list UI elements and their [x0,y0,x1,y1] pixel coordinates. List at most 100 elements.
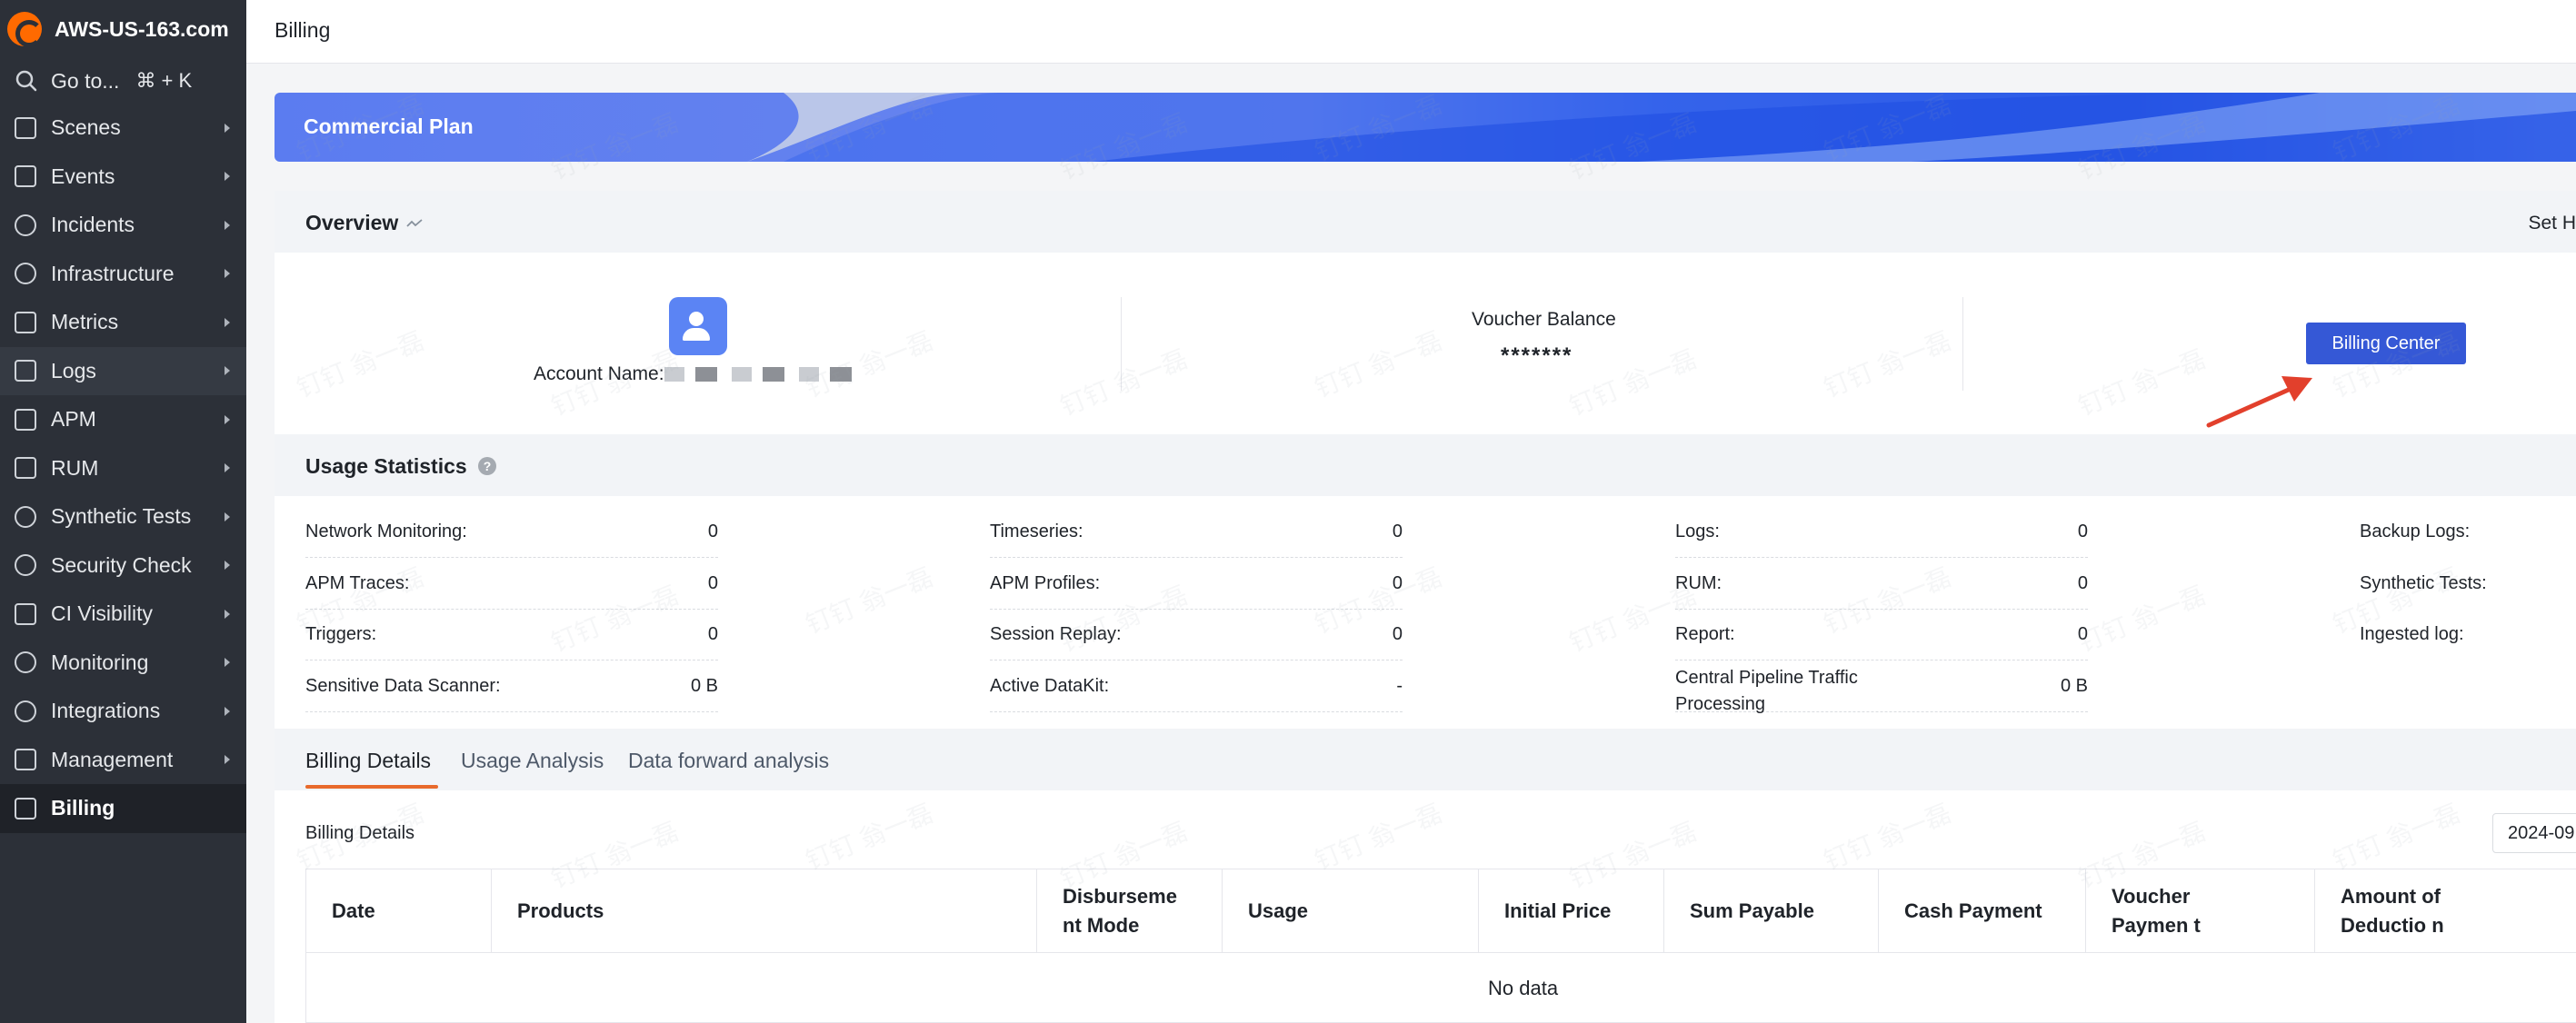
sidebar-item-label: RUM [51,455,99,480]
month-picker[interactable]: 2024-09 [2492,813,2576,853]
usage-stat-value: 0 [707,624,718,644]
sidebar-item-label: Billing [51,796,115,820]
banner-title: Commercial Plan [304,114,474,138]
sidebar-item-management[interactable]: Management [0,736,246,785]
column-header[interactable]: Amount of Deductio n [2315,869,2576,953]
sidebar-item-label: Management [51,747,174,771]
usage-stat: Logs: 0 [1675,507,2088,558]
sidebar-item-rum[interactable]: RUM [0,444,246,493]
synthetic-tests-icon [15,505,36,528]
sidebar-item-scenes[interactable]: Scenes [0,104,246,153]
column-header[interactable]: Products [492,869,1037,953]
usage-stat-label: Logs: [1675,521,1720,541]
column-header[interactable]: Usage [1223,869,1479,953]
usage-stat: Network Monitoring: 0 [305,507,718,558]
column-header[interactable]: Sum Payable [1664,869,1879,953]
watermark: 钉钉 翁一磊 [293,326,428,403]
sidebar-item-synthetic-tests[interactable]: Synthetic Tests [0,492,246,541]
chevron-right-icon [225,366,230,376]
annotation-arrow-icon [2206,376,2312,428]
tab-data-forward-analysis[interactable]: Data forward analysis [628,749,829,773]
chevron-right-icon [225,658,230,668]
usage-stat-value: 0 [2077,624,2088,644]
watermark: 钉钉 翁一磊 [2074,581,2210,658]
infrastructure-icon [15,263,36,285]
sidebar-item-infrastructure[interactable]: Infrastructure [0,250,246,299]
chevron-right-icon [225,512,230,521]
sidebar-item-incidents[interactable]: Incidents [0,201,246,250]
sidebar-item-ci-visibility[interactable]: CI Visibility [0,590,246,639]
monitoring-icon [15,651,36,674]
usage-stat: Sensitive Data Scanner: 0 B [305,661,718,712]
sidebar-item-apm[interactable]: APM [0,395,246,444]
usage-stat-value: 0 [2077,573,2088,593]
sidebar-item-metrics[interactable]: Metrics [0,298,246,347]
sidebar-item-security-check[interactable]: Security Check [0,541,246,591]
usage-stat-value: 0 [1392,573,1403,593]
column-header-label: Products [517,899,604,922]
column-header[interactable]: Disburseme nt Mode [1037,869,1223,953]
watermark: 钉钉 翁一磊 [1311,799,1446,876]
usage-stat: Backup Logs: [2360,507,2576,558]
usage-stat-value: 0 [1392,521,1403,541]
page-title: Billing [275,18,331,42]
column-header[interactable]: Date [306,869,492,953]
chevron-right-icon [225,561,230,571]
integrations-icon [15,700,36,722]
ci-visibility-icon [15,602,36,625]
usage-stat-value: 0 [2077,521,2088,541]
management-icon [15,749,36,771]
usage-stat-value: 0 [707,573,718,593]
brand[interactable]: AWS-US-163.com [0,0,246,58]
billing-center-button[interactable]: Billing Center [2306,323,2466,364]
sidebar-item-billing[interactable]: Billing [0,784,246,833]
banner-decoration [747,93,2576,162]
trend-icon [406,219,423,227]
sidebar-item-label: Integrations [51,699,161,723]
usage-stat-label: Central Pipeline Traffic Processing [1675,668,1858,714]
column-header-label: Amount of Deductio n [2341,884,2444,937]
watermark: 钉钉 翁一磊 [2329,799,2464,876]
watermark: 钉钉 翁一磊 [802,562,937,640]
tabs-bar: Billing Details Usage Analysis Data forw… [275,729,2576,790]
goto-search[interactable]: Go to... ⌘ + K [0,58,246,104]
account-name: Account Name: [534,363,864,385]
chevron-right-icon [225,269,230,279]
watermark: 钉钉 翁一磊 [1056,344,1192,422]
apm-icon [15,408,36,431]
billing-details-label: Billing Details [305,823,415,843]
chevron-right-icon [225,706,230,716]
usage-stat-label: Ingested log: [2360,624,2464,644]
column-header-label: Disburseme nt Mode [1063,884,1177,937]
sidebar-item-logs[interactable]: Logs [0,346,246,395]
usage-stat-label: APM Traces: [305,573,410,593]
column-header[interactable]: Voucher Paymen t [2086,869,2315,953]
watermark: 钉钉 翁一磊 [1565,344,1701,422]
sidebar-item-integrations[interactable]: Integrations [0,687,246,736]
usage-stat-label: Triggers: [305,624,377,644]
usage-stat-label: RUM: [1675,573,1722,593]
usage-stat-label: Session Replay: [990,624,1122,644]
logs-icon [15,360,36,382]
sidebar-item-label: Metrics [51,310,119,334]
usage-stat: RUM: 0 [1675,559,2088,610]
sidebar-item-events[interactable]: Events [0,153,246,202]
sidebar: AWS-US-163.com Go to... ⌘ + K Scenes Even… [0,0,246,1023]
chevron-right-icon [225,463,230,473]
chevron-right-icon [225,317,230,327]
sidebar-item-label: Security Check [51,552,192,577]
billing-details-table: Date Products Disburseme nt Mode Usage Initi… [305,869,2576,1023]
search-icon [15,70,37,92]
chevron-right-icon [225,220,230,230]
usage-stat: Active DataKit: - [990,661,1403,712]
sidebar-item-label: CI Visibility [51,601,154,626]
column-header[interactable]: Cash Payment [1879,869,2086,953]
column-header[interactable]: Initial Price [1479,869,1664,953]
help-icon[interactable]: ? [478,457,496,475]
set-link[interactable]: Set H [2528,213,2576,234]
tab-billing-details[interactable]: Billing Details [305,749,431,773]
tab-usage-analysis[interactable]: Usage Analysis [461,749,604,773]
sidebar-item-monitoring[interactable]: Monitoring [0,639,246,688]
column-header-label: Usage [1248,899,1309,922]
chevron-right-icon [225,755,230,765]
